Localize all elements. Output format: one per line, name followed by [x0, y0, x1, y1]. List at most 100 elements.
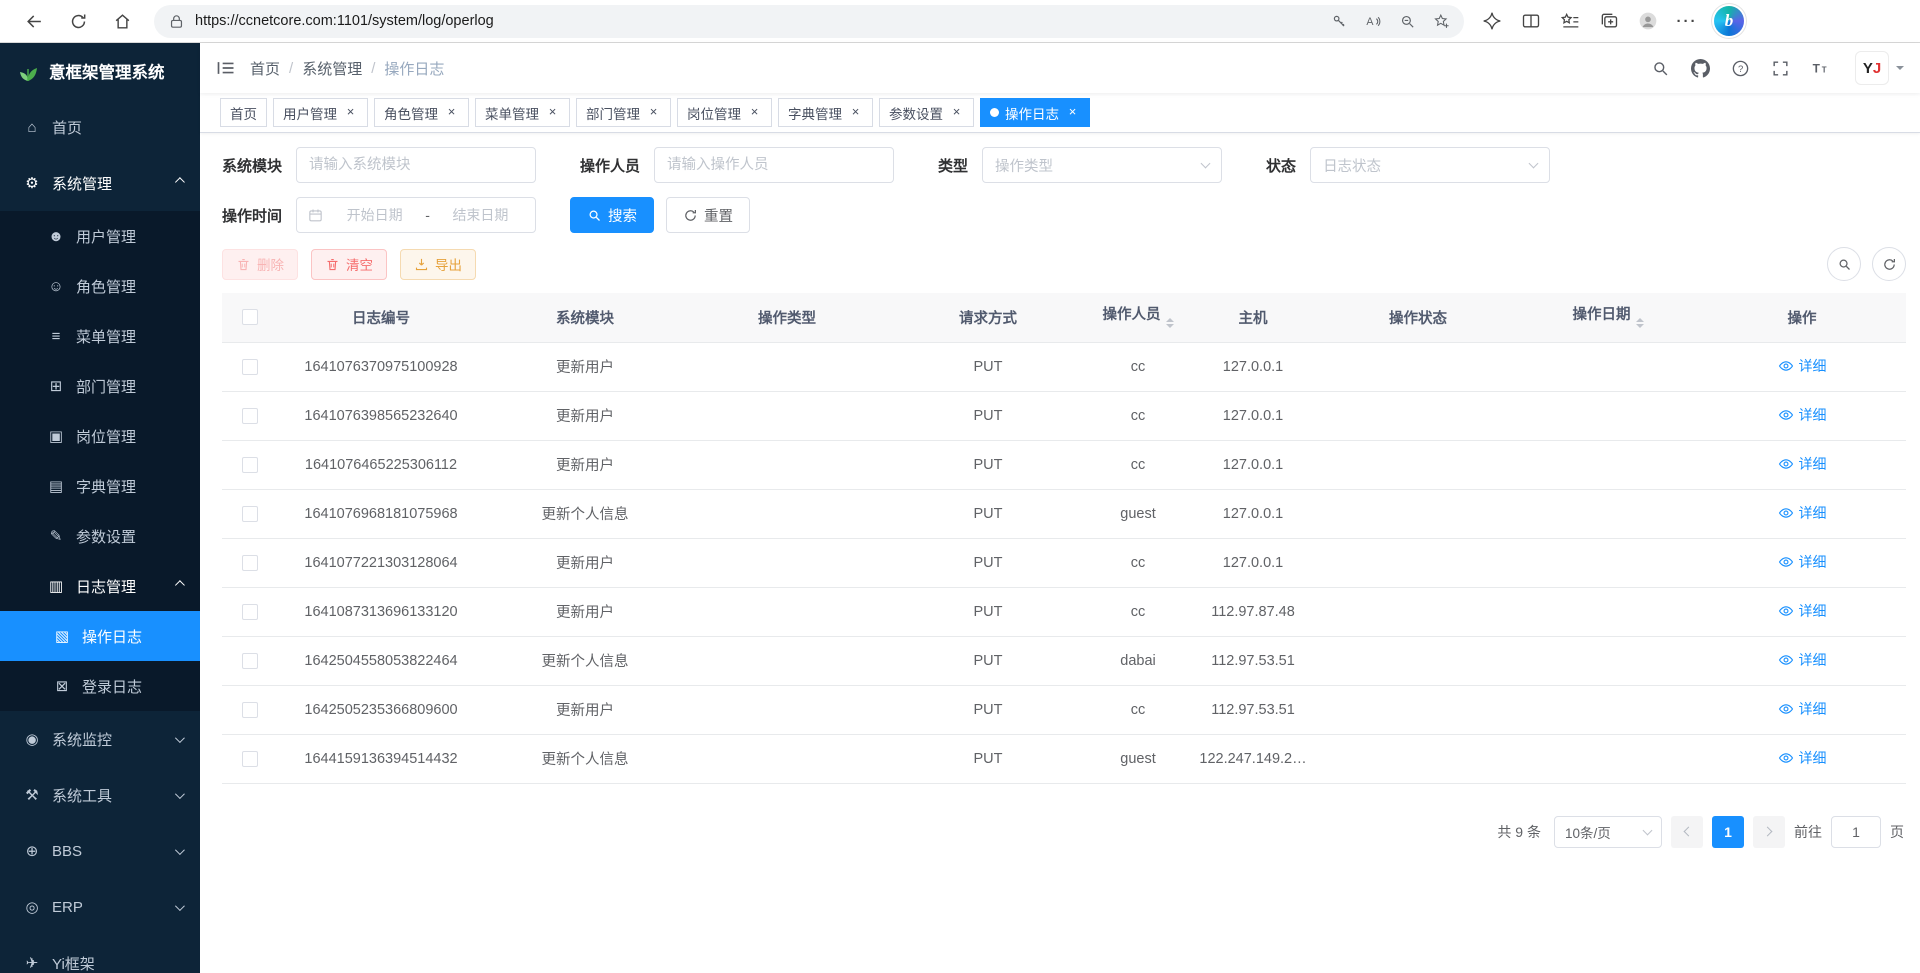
- sidebar-item-param-settings[interactable]: ✎参数设置: [0, 511, 200, 561]
- sidebar-item-home[interactable]: ⌂首页: [0, 99, 200, 155]
- close-icon[interactable]: ×: [646, 105, 661, 120]
- tab-post[interactable]: 岗位管理×: [677, 98, 772, 127]
- column-header[interactable]: 操作人员: [1088, 293, 1188, 342]
- bing-copilot-icon[interactable]: b: [1714, 6, 1744, 36]
- sidebar-item-system-manage[interactable]: ⚙系统管理: [0, 155, 200, 211]
- breadcrumb-item[interactable]: 首页: [250, 58, 280, 79]
- clear-button[interactable]: 清空: [311, 249, 387, 280]
- export-button[interactable]: 导出: [400, 249, 476, 280]
- close-icon[interactable]: ×: [545, 105, 560, 120]
- browser-menu-icon[interactable]: ···: [1675, 9, 1699, 33]
- sidebar-item-dept-manage[interactable]: ⊞部门管理: [0, 361, 200, 411]
- github-icon[interactable]: [1691, 59, 1710, 78]
- sidebar-item-system-tools[interactable]: ⚒系统工具: [0, 767, 200, 823]
- row-checkbox[interactable]: [242, 751, 258, 767]
- user-avatar[interactable]: YJ: [1855, 51, 1904, 85]
- tab-home[interactable]: 首页: [220, 98, 267, 127]
- row-checkbox[interactable]: [242, 653, 258, 669]
- sidebar-item-post-manage[interactable]: ▣岗位管理: [0, 411, 200, 461]
- tab-param[interactable]: 参数设置×: [879, 98, 974, 127]
- detail-link[interactable]: 详细: [1778, 699, 1827, 719]
- toggle-search-button[interactable]: [1827, 247, 1861, 281]
- row-checkbox[interactable]: [242, 457, 258, 473]
- password-key-icon[interactable]: [1331, 13, 1348, 30]
- sidebar-item-menu-manage[interactable]: ≡菜单管理: [0, 311, 200, 361]
- split-screen-icon[interactable]: [1519, 9, 1543, 33]
- row-checkbox[interactable]: [242, 408, 258, 424]
- sidebar-item-bbs[interactable]: ⊕BBS: [0, 823, 200, 879]
- row-checkbox[interactable]: [242, 555, 258, 571]
- sidebar-item-role-manage[interactable]: ☺角色管理: [0, 261, 200, 311]
- sidebar-item-system-monitor[interactable]: ◉系统监控: [0, 711, 200, 767]
- detail-link[interactable]: 详细: [1778, 356, 1827, 376]
- fullscreen-icon[interactable]: [1771, 59, 1790, 78]
- sidebar-item-erp[interactable]: ◎ERP: [0, 879, 200, 935]
- row-checkbox[interactable]: [242, 604, 258, 620]
- row-checkbox[interactable]: [242, 702, 258, 718]
- browser-back-button[interactable]: [15, 3, 53, 39]
- detail-link[interactable]: 详细: [1778, 405, 1827, 425]
- goto-page-input[interactable]: [1831, 816, 1881, 848]
- detail-link[interactable]: 详细: [1778, 503, 1827, 523]
- close-icon[interactable]: ×: [1065, 105, 1080, 120]
- refresh-table-button[interactable]: [1872, 247, 1906, 281]
- tab-menu[interactable]: 菜单管理×: [475, 98, 570, 127]
- delete-button[interactable]: 删除: [222, 249, 298, 280]
- sidebar-item-login-log[interactable]: ⊠登录日志: [0, 661, 200, 711]
- add-favorite-icon[interactable]: [1433, 13, 1450, 30]
- detail-link[interactable]: 详细: [1778, 650, 1827, 670]
- tab-dict[interactable]: 字典管理×: [778, 98, 873, 127]
- detail-link[interactable]: 详细: [1778, 552, 1827, 572]
- tab-operlog[interactable]: 操作日志×: [980, 98, 1090, 127]
- sidebar-item-log-manage[interactable]: ▥日志管理: [0, 561, 200, 611]
- search-button[interactable]: 搜索: [570, 197, 654, 233]
- close-icon[interactable]: ×: [747, 105, 762, 120]
- page-number-button[interactable]: 1: [1712, 816, 1744, 848]
- detail-link[interactable]: 详细: [1778, 454, 1827, 474]
- close-icon[interactable]: ×: [848, 105, 863, 120]
- read-aloud-icon[interactable]: A: [1365, 13, 1382, 30]
- next-page-button[interactable]: [1753, 816, 1785, 848]
- help-icon[interactable]: ?: [1731, 59, 1750, 78]
- sidebar-item-yi-framework[interactable]: ✈Yi框架: [0, 935, 200, 973]
- row-checkbox[interactable]: [242, 359, 258, 375]
- collections-icon[interactable]: [1597, 9, 1621, 33]
- select-all-checkbox[interactable]: [242, 309, 258, 325]
- close-icon[interactable]: ×: [949, 105, 964, 120]
- row-checkbox[interactable]: [242, 506, 258, 522]
- tab-user[interactable]: 用户管理×: [273, 98, 368, 127]
- operator-input[interactable]: [654, 147, 894, 183]
- column-header[interactable]: 操作日期: [1518, 293, 1698, 342]
- detail-link[interactable]: 详细: [1778, 601, 1827, 621]
- detail-link[interactable]: 详细: [1778, 748, 1827, 768]
- sort-carets-icon[interactable]: [1636, 314, 1644, 333]
- sidebar-item-oper-log[interactable]: ▧操作日志: [0, 611, 200, 661]
- tab-dept[interactable]: 部门管理×: [576, 98, 671, 127]
- app-logo[interactable]: 意框架管理系统: [0, 43, 200, 99]
- sidebar-item-user-manage[interactable]: ☻用户管理: [0, 211, 200, 261]
- font-size-icon[interactable]: TT: [1811, 59, 1830, 78]
- favorites-bar-icon[interactable]: [1558, 9, 1582, 33]
- date-range-picker[interactable]: 开始日期 - 结束日期: [296, 197, 536, 233]
- browser-home-button[interactable]: [103, 3, 141, 39]
- breadcrumb-item[interactable]: 系统管理: [302, 58, 362, 79]
- sort-carets-icon[interactable]: [1166, 314, 1174, 333]
- reset-button[interactable]: 重置: [666, 197, 750, 233]
- tab-role[interactable]: 角色管理×: [374, 98, 469, 127]
- module-input[interactable]: [296, 147, 536, 183]
- close-icon[interactable]: ×: [343, 105, 358, 120]
- close-icon[interactable]: ×: [444, 105, 459, 120]
- table-row: 1641087313696133120更新用户PUTcc112.97.87.48…: [222, 587, 1906, 636]
- status-select[interactable]: 日志状态: [1310, 147, 1550, 183]
- zoom-out-icon[interactable]: [1399, 13, 1416, 30]
- profile-avatar[interactable]: [1636, 9, 1660, 33]
- browser-essentials-icon[interactable]: [1480, 9, 1504, 33]
- address-bar[interactable]: https://ccnetcore.com:1101/system/log/op…: [154, 5, 1464, 38]
- browser-refresh-button[interactable]: [59, 3, 97, 39]
- page-size-select[interactable]: 10条/页: [1554, 816, 1662, 848]
- prev-page-button[interactable]: [1671, 816, 1703, 848]
- type-select[interactable]: 操作类型: [982, 147, 1222, 183]
- hamburger-icon[interactable]: [216, 58, 236, 78]
- header-search-icon[interactable]: [1651, 59, 1670, 78]
- sidebar-item-dict-manage[interactable]: ▤字典管理: [0, 461, 200, 511]
